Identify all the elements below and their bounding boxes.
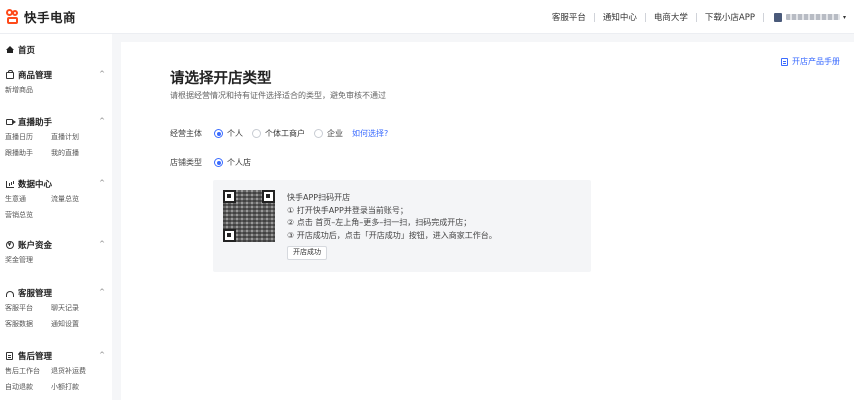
nav-customer-service[interactable]: 客服平台 — [544, 11, 594, 23]
top-header: 快手电商 客服平台 通知中心 电商大学 下载小店APP ▾ — [0, 0, 854, 34]
top-nav: 客服平台 通知中心 电商大学 下载小店APP ▾ — [544, 0, 854, 34]
chevron-up-icon[interactable]: ^ — [99, 288, 105, 296]
sidebar-link[interactable]: 奖金管理 — [5, 255, 51, 271]
sidebar-section-title: 直播助手 — [18, 118, 53, 128]
chevron-up-icon[interactable]: ^ — [99, 70, 105, 78]
document-icon — [781, 57, 788, 66]
qr-instructions: 快手APP扫码开店 ① 打开快手APP并登录当前账号； ② 点击 首页–左上角–… — [287, 192, 497, 242]
sidebar-link[interactable]: 自动退款 — [5, 382, 51, 398]
avatar — [773, 12, 782, 22]
business-subject-label: 经营主体 — [170, 129, 202, 138]
camera-icon — [5, 118, 16, 127]
store-manual-label: 开店产品手册 — [792, 57, 840, 66]
radio-unchecked-icon — [314, 129, 323, 138]
chevron-up-icon[interactable]: ^ — [99, 351, 105, 359]
logo-text: 快手电商 — [24, 10, 77, 25]
sidebar-section-title: 数据中心 — [18, 180, 53, 190]
qr-code — [223, 190, 275, 242]
sidebar-section-live: 直播助手 ^ 直播日历 直播计划 跟播助手 我的直播 — [5, 116, 105, 164]
page-subtitle: 请根据经营情况和持有证件选择适合的类型，避免审核不通过 — [170, 91, 386, 100]
sidebar-item-home[interactable]: 首页 — [5, 44, 35, 56]
store-opened-button[interactable]: 开店成功 — [287, 246, 327, 260]
sidebar-section-header[interactable]: 商品管理 ^ — [5, 69, 105, 81]
page-title: 请选择开店类型 — [170, 71, 272, 87]
qr-step: ③ 开店成功后，点击「开店成功」按钮，进入商家工作台。 — [287, 230, 497, 240]
sidebar-link[interactable]: 直播计划 — [51, 132, 97, 148]
sidebar-link[interactable]: 售后工作台 — [5, 366, 51, 382]
qr-heading: 快手APP扫码开店 — [287, 193, 351, 202]
home-icon — [5, 46, 14, 55]
radio-checked-icon — [214, 129, 223, 138]
chevron-up-icon[interactable]: ^ — [99, 240, 105, 248]
logo[interactable]: 快手电商 — [5, 7, 76, 26]
sidebar-link[interactable]: 退货补运费 — [51, 366, 97, 382]
sidebar-section-header[interactable]: 售后管理 ^ — [5, 350, 105, 362]
nav-ecommerce-university[interactable]: 电商大学 — [646, 11, 696, 23]
document-icon — [5, 352, 14, 361]
main-card: 开店产品手册 请选择开店类型 请根据经营情况和持有证件选择适合的类型，避免审核不… — [121, 42, 854, 400]
store-type-label: 店铺类型 — [170, 158, 202, 167]
sidebar-section-after-sales: 售后管理 ^ 售后工作台 退货补运费 自动退款 小额打款 — [5, 350, 105, 398]
store-type-row: 店铺类型 个人店 — [170, 157, 260, 168]
chevron-up-icon[interactable]: ^ — [99, 117, 105, 125]
qr-panel: 快手APP扫码开店 ① 打开快手APP并登录当前账号； ② 点击 首页–左上角–… — [213, 180, 591, 272]
radio-label: 个人 — [227, 129, 243, 138]
radio-label: 个体工商户 — [265, 129, 305, 138]
nav-notification-center[interactable]: 通知中心 — [595, 11, 645, 23]
sidebar-link[interactable]: 小额打款 — [51, 382, 97, 398]
radio-individual[interactable]: 个人 — [214, 128, 243, 139]
kuaishou-logo-icon — [5, 8, 21, 25]
coin-icon: ¥ — [5, 241, 14, 250]
sidebar-section-product: 商品管理 ^ 新增商品 — [5, 69, 105, 101]
sidebar-section-header[interactable]: 数据中心 ^ — [5, 178, 105, 190]
sidebar-section-title: 客服管理 — [18, 289, 53, 299]
user-menu[interactable]: ▾ — [764, 12, 854, 22]
headset-icon — [5, 289, 14, 298]
radio-enterprise[interactable]: 企业 — [314, 128, 343, 139]
sidebar-item-label: 首页 — [18, 46, 36, 56]
chevron-up-icon[interactable]: ^ — [99, 179, 105, 187]
chevron-down-icon: ▾ — [842, 13, 846, 21]
sidebar-link[interactable]: 聊天记录 — [51, 303, 97, 319]
radio-checked-icon — [214, 158, 223, 167]
box-icon — [5, 69, 14, 80]
radio-individual-business[interactable]: 个体工商户 — [252, 128, 305, 139]
nav-download-app[interactable]: 下载小店APP — [697, 11, 763, 23]
sidebar-link[interactable]: 客服平台 — [5, 303, 51, 319]
how-to-choose-link[interactable]: 如何选择? — [352, 128, 388, 139]
qr-step: ① 打开快手APP并登录当前账号； — [287, 205, 408, 215]
sidebar-section-customer-service: 客服管理 ^ 客服平台 聊天记录 客服数据 通知设置 — [5, 287, 105, 335]
business-subject-row: 经营主体 个人 个体工商户 企业 如何选择? — [170, 128, 388, 139]
sidebar-section-title: 账户资金 — [18, 241, 53, 251]
radio-label: 企业 — [327, 129, 343, 138]
sidebar-section-data: 数据中心 ^ 生意通 流量总览 营销总览 — [5, 178, 105, 226]
radio-label: 个人店 — [227, 158, 251, 167]
sidebar-section-title: 售后管理 — [18, 352, 53, 362]
user-name-blurred — [785, 14, 840, 20]
sidebar-link[interactable]: 新增商品 — [5, 85, 51, 101]
chart-icon — [5, 180, 14, 189]
sidebar-link[interactable]: 生意通 — [5, 194, 51, 210]
sidebar-link[interactable]: 跟播助手 — [5, 148, 51, 164]
sidebar: 首页 商品管理 ^ 新增商品 直播助手 ^ 直播日历 直播计划 跟播助手 我的直… — [0, 34, 112, 400]
qr-step: ② 点击 首页–左上角–更多–扫一扫，扫码完成开店； — [287, 218, 472, 227]
sidebar-link[interactable]: 通知设置 — [51, 319, 97, 335]
radio-personal-store[interactable]: 个人店 — [214, 157, 251, 168]
store-manual-link[interactable]: 开店产品手册 — [781, 56, 840, 67]
sidebar-link[interactable]: 我的直播 — [51, 148, 97, 164]
sidebar-link[interactable]: 客服数据 — [5, 319, 51, 335]
radio-unchecked-icon — [252, 129, 261, 138]
sidebar-section-header[interactable]: 直播助手 ^ — [5, 116, 105, 128]
sidebar-link[interactable]: 营销总览 — [5, 210, 51, 226]
sidebar-section-header[interactable]: 客服管理 ^ — [5, 287, 105, 299]
sidebar-link[interactable]: 直播日历 — [5, 132, 51, 148]
sidebar-section-funds: ¥ 账户资金 ^ 奖金管理 — [5, 239, 105, 271]
sidebar-section-title: 商品管理 — [18, 71, 53, 81]
sidebar-link[interactable]: 流量总览 — [51, 194, 97, 210]
sidebar-section-header[interactable]: ¥ 账户资金 ^ — [5, 239, 105, 251]
